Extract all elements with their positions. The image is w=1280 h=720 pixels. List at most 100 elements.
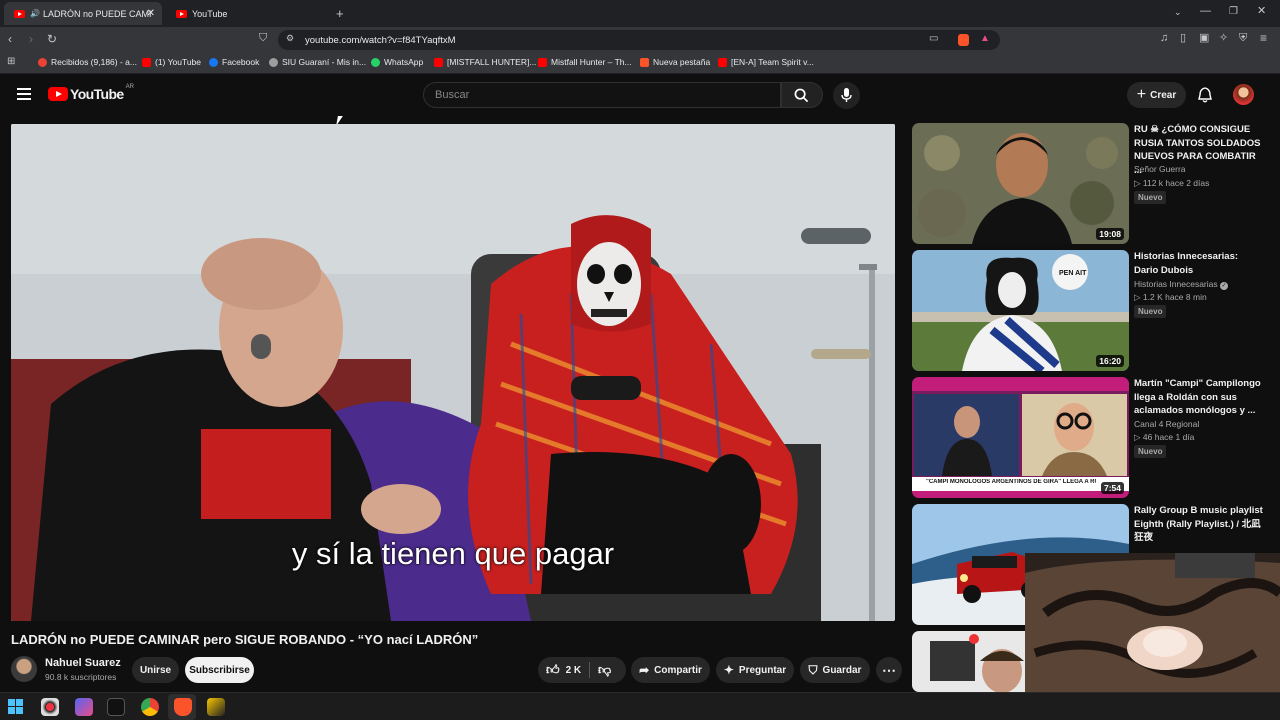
channel-name[interactable]: Nahuel Suarez: [45, 657, 121, 669]
tab-active-video[interactable]: 🔊 LADRÓN no PUEDE CAMINAR pero SIGUE ROB…: [4, 2, 162, 25]
bookmark-new-tab[interactable]: Nueva pestaña: [640, 57, 710, 67]
voice-search-button[interactable]: [833, 82, 860, 109]
browser-tab-bar: 🔊 LADRÓN no PUEDE CAMINAR pero SIGUE ROB…: [0, 0, 1280, 27]
browser-toolbar: ‹ › ↻ ⛉ ⚙ youtube.com/watch?v=f84TYaqftx…: [0, 27, 1280, 53]
video-thumbnail[interactable]: PEN AIT 16:20: [912, 250, 1129, 371]
windows-taskbar: [0, 692, 1280, 720]
thumbnail-banner-text: "CAMPI MONÓLOGOS ARGENTINOS DE GIRA" LLE…: [926, 479, 1096, 485]
brave-icon[interactable]: [174, 698, 192, 716]
speaker-icon: 🔊: [30, 9, 40, 18]
vpn-icon[interactable]: ⛨: [1239, 33, 1247, 44]
join-button[interactable]: Unirse: [132, 657, 179, 683]
search-button[interactable]: [781, 82, 823, 108]
video-thumbnail[interactable]: 19:08: [912, 123, 1129, 244]
address-bar[interactable]: ⚙ youtube.com/watch?v=f84TYaqftxM ▭ ▲: [278, 30, 1000, 50]
create-button[interactable]: + Crear: [1127, 82, 1186, 108]
channel-name[interactable]: Señor Guerra: [1134, 164, 1186, 174]
more-actions-icon[interactable]: ⋯: [876, 657, 902, 683]
site-info-icon[interactable]: ⚙: [286, 34, 294, 43]
app-icon[interactable]: [207, 698, 225, 716]
like-dislike-group: 👍︎ 2 K 👎︎: [538, 657, 626, 683]
duration-badge: 7:54: [1100, 482, 1124, 494]
maximize-icon[interactable]: ❐: [1229, 7, 1238, 17]
like-icon[interactable]: 👍︎: [546, 662, 560, 678]
notifications-bell-icon[interactable]: [1198, 87, 1212, 103]
back-icon[interactable]: ‹: [8, 33, 12, 45]
region-code: AR: [125, 84, 134, 90]
search-icon: [794, 88, 809, 103]
app-icon[interactable]: [75, 698, 93, 716]
bookmark-icon[interactable]: ⛉: [259, 33, 267, 44]
youtube-icon: [538, 57, 547, 67]
forward-icon[interactable]: ›: [29, 33, 33, 45]
new-badge: Nuevo: [1134, 305, 1167, 318]
share-icon: ➦: [639, 663, 650, 677]
ask-button[interactable]: ✦ Preguntar: [716, 657, 794, 683]
channel-name[interactable]: Historias Innecesarias ✓: [1134, 279, 1228, 290]
bookmark-mistfall-1[interactable]: [MISTFALL HUNTER]...: [434, 57, 536, 67]
microphone-icon: [841, 88, 852, 102]
wallet-icon[interactable]: ▣: [1199, 33, 1209, 44]
tab-youtube[interactable]: YouTube: [166, 2, 326, 25]
ball-logo-text: PEN AIT: [1059, 270, 1087, 277]
windows-start-icon[interactable]: [8, 699, 23, 714]
bookmark-mistfall-2[interactable]: Mistfall Hunter – Th...: [538, 57, 632, 67]
music-icon[interactable]: ♫: [1160, 33, 1168, 44]
avatar[interactable]: [1233, 84, 1254, 105]
video-title[interactable]: Rally Group B music playlist Eighth (Ral…: [1134, 504, 1264, 545]
apps-icon[interactable]: ⊞: [7, 57, 15, 67]
bookmark-team-spirit[interactable]: [EN-A] Team Spirit v...: [718, 57, 814, 67]
subscribe-button[interactable]: Subscribirse: [185, 657, 254, 683]
dislike-icon[interactable]: 👎︎: [598, 662, 611, 678]
new-tab-icon[interactable]: +: [336, 7, 344, 20]
new-badge: Nuevo: [1134, 445, 1167, 458]
verified-icon: ✓: [1220, 282, 1228, 290]
video-meta: ▷ 112 k hace 2 días: [1134, 178, 1210, 188]
siu-icon: [269, 57, 278, 67]
close-tab-icon[interactable]: ✕: [147, 8, 155, 19]
cast-icon[interactable]: ▭: [929, 34, 938, 44]
bookmark-siu[interactable]: SIU Guaraní - Mis in...: [269, 57, 366, 67]
terminal-icon[interactable]: [107, 698, 125, 716]
like-count[interactable]: 2 K: [566, 665, 582, 676]
video-player[interactable]: y sí la tienen que pagar: [11, 124, 895, 621]
chrome-icon[interactable]: [141, 698, 159, 716]
channel-avatar[interactable]: [11, 656, 37, 682]
tab-label: LADRÓN no PUEDE CAMINAR pero SIGUE ROBAN…: [42, 8, 151, 19]
video-meta: ▷ 1.2 K hace 8 min: [1134, 292, 1207, 302]
bookmark-whatsapp[interactable]: WhatsApp: [371, 57, 423, 67]
url-text[interactable]: youtube.com/watch?v=f84TYaqftxM: [305, 35, 456, 46]
video-thumbnail[interactable]: "CAMPI MONÓLOGOS ARGENTINOS DE GIRA" LLE…: [912, 377, 1129, 498]
leo-ai-icon[interactable]: ✧: [1219, 33, 1228, 44]
bookmark-gmail[interactable]: Recibidos (9,186) - a...: [38, 57, 137, 67]
gmail-icon: [38, 57, 47, 67]
youtube-header: YouTube AR Buscar + Crear: [0, 75, 1280, 117]
save-button[interactable]: ⛉ Guardar: [800, 657, 870, 683]
bookmark-facebook[interactable]: Facebook: [209, 57, 259, 67]
sparkle-icon: ✦: [723, 663, 734, 677]
video-caption: y sí la tienen que pagar: [291, 536, 615, 571]
video-title[interactable]: Historias Innecesarias: Dario Dubois: [1134, 250, 1264, 277]
tab-search-chevron-icon[interactable]: ⌄: [1174, 8, 1182, 17]
brave-rewards-icon[interactable]: ▲: [980, 33, 990, 44]
subscriber-count: 90.8 k suscriptores: [45, 672, 117, 682]
youtube-logo[interactable]: YouTube AR: [48, 84, 134, 102]
search-input[interactable]: Buscar: [423, 82, 781, 108]
menu-icon[interactable]: ≡: [1260, 32, 1267, 44]
reload-icon[interactable]: ↻: [47, 33, 57, 45]
brave-shields-icon[interactable]: [958, 34, 969, 46]
hamburger-menu-icon[interactable]: [17, 88, 31, 100]
close-window-icon[interactable]: ✕: [1257, 6, 1266, 17]
duration-badge: 19:08: [1096, 228, 1124, 240]
bookmark-youtube[interactable]: (1) YouTube: [142, 57, 201, 67]
opera-gx-icon[interactable]: [41, 698, 59, 716]
minimize-icon[interactable]: —: [1200, 6, 1211, 17]
youtube-tab-icon: [176, 9, 187, 18]
save-playlist-icon: ⛉: [808, 662, 818, 677]
video-title[interactable]: Martín "Campi" Campilongo llega a Roldán…: [1134, 377, 1264, 418]
video-title: LADRÓN no PUEDE CAMINAR pero SIGUE ROBAN…: [11, 632, 479, 647]
whatsapp-icon: [371, 57, 380, 67]
channel-name[interactable]: Canal 4 Regional: [1134, 419, 1199, 429]
share-button[interactable]: ➦ Compartir: [631, 657, 710, 683]
sidebar-icon[interactable]: ▯: [1180, 33, 1186, 44]
